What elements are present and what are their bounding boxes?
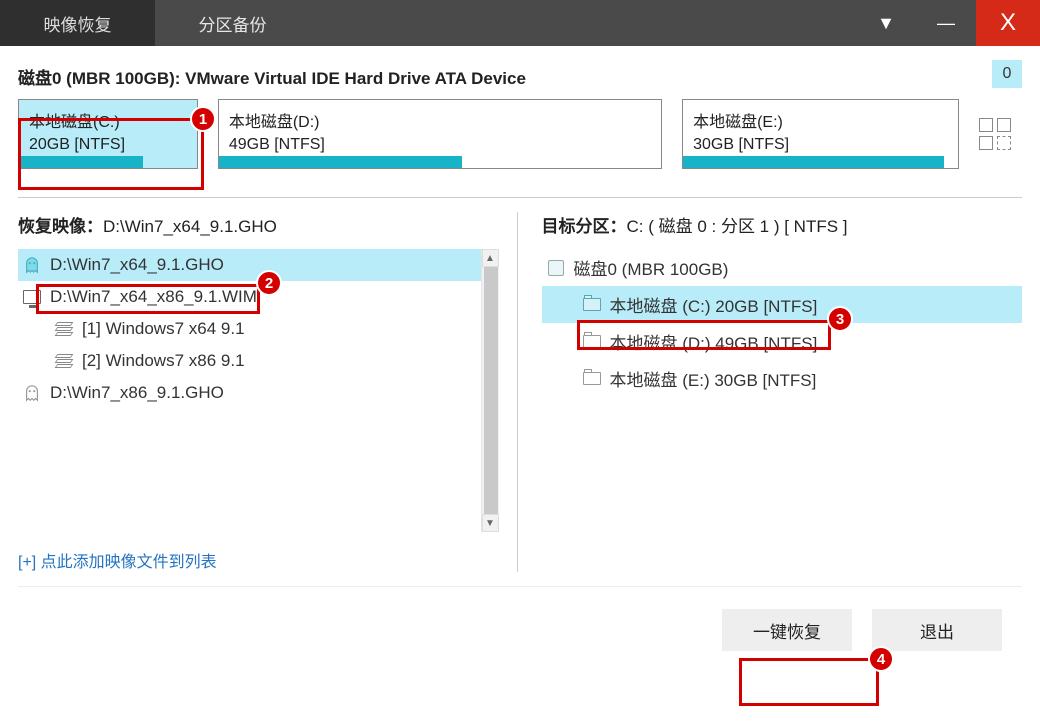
- tab-label: 分区备份: [199, 11, 267, 36]
- partition-name: 本地磁盘(D:): [229, 108, 651, 132]
- chevron-down-icon: ▼: [877, 13, 895, 34]
- restore-button-label: 一键恢复: [753, 618, 821, 643]
- target-title: 目标分区：C: ( 磁盘 0 : 分区 1 ) [ NTFS ]: [542, 212, 1023, 237]
- target-item-label: 本地磁盘 (E:) 30GB [NTFS]: [610, 366, 817, 391]
- target-item-label: 磁盘0 (MBR 100GB): [574, 255, 729, 280]
- tab-label: 映像恢复: [44, 11, 112, 36]
- partition-size: 20GB [NTFS]: [29, 136, 187, 154]
- folder-icon: [582, 295, 602, 315]
- ghost-icon: [22, 255, 42, 275]
- source-title-value: D:\Win7_x64_9.1.GHO: [103, 217, 277, 236]
- source-pane: 恢复映像：D:\Win7_x64_9.1.GHO D:\Win7_x64_9.1…: [18, 212, 517, 572]
- image-item-label: D:\Win7_x64_x86_9.1.WIM: [50, 287, 257, 307]
- titlebar-spacer: [310, 0, 856, 46]
- target-partition-c[interactable]: 本地磁盘 (C:) 20GB [NTFS]: [542, 286, 1023, 323]
- separator: [18, 197, 1022, 198]
- add-image-link[interactable]: [+] 点此添加映像文件到列表: [18, 548, 499, 572]
- annotation-box-4: [739, 658, 879, 706]
- minimize-icon: —: [937, 13, 955, 34]
- minimize-button[interactable]: —: [916, 0, 976, 46]
- disk-header-label: 磁盘0 (MBR 100GB): VMware Virtual IDE Hard…: [18, 64, 1022, 89]
- panes: 恢复映像：D:\Win7_x64_9.1.GHO D:\Win7_x64_9.1…: [18, 212, 1022, 572]
- target-title-value: C: ( 磁盘 0 : 分区 1 ) [ NTFS ]: [627, 217, 848, 236]
- image-item-gho-x64[interactable]: D:\Win7_x64_9.1.GHO: [18, 249, 499, 281]
- target-title-strong: 目标分区：: [542, 217, 627, 236]
- scroll-down-icon[interactable]: ▼: [482, 514, 499, 532]
- partition-size: 30GB [NTFS]: [693, 136, 948, 154]
- exit-button-label: 退出: [920, 618, 954, 643]
- target-partition-e[interactable]: 本地磁盘 (E:) 30GB [NTFS]: [542, 360, 1023, 397]
- content: 磁盘0 (MBR 100GB): VMware Virtual IDE Hard…: [0, 46, 1040, 661]
- tab-image-restore[interactable]: 映像恢复: [0, 0, 155, 46]
- close-button[interactable]: X: [976, 0, 1040, 46]
- image-item-label: D:\Win7_x86_9.1.GHO: [50, 383, 224, 403]
- dropdown-button[interactable]: ▼: [856, 0, 916, 46]
- close-icon: X: [1000, 9, 1016, 37]
- disk-icon: [546, 258, 566, 278]
- scroll-thumb[interactable]: [484, 267, 498, 517]
- image-item-label: D:\Win7_x64_9.1.GHO: [50, 255, 224, 275]
- titlebar: 映像恢复 分区备份 ▼ — X: [0, 0, 1040, 46]
- tab-partition-backup[interactable]: 分区备份: [155, 0, 310, 46]
- partition-e[interactable]: 本地磁盘(E:) 30GB [NTFS]: [682, 99, 959, 169]
- layers-icon: [54, 319, 74, 339]
- layers-icon: [54, 351, 74, 371]
- image-item-wim[interactable]: D:\Win7_x64_x86_9.1.WIM: [18, 281, 499, 313]
- partition-bar: 本地磁盘(C:) 20GB [NTFS] 本地磁盘(D:) 49GB [NTFS…: [18, 99, 1022, 169]
- partition-name: 本地磁盘(C:): [29, 108, 187, 132]
- wim-subimage-2[interactable]: [2] Windows7 x86 9.1: [18, 345, 499, 377]
- exit-button[interactable]: 退出: [872, 609, 1002, 651]
- scroll-up-icon[interactable]: ▲: [482, 249, 499, 267]
- target-item-label: 本地磁盘 (C:) 20GB [NTFS]: [610, 292, 818, 317]
- monitor-icon: [22, 287, 42, 307]
- partition-name: 本地磁盘(E:): [693, 108, 948, 132]
- partition-usage: [19, 156, 143, 168]
- view-grid-icon[interactable]: [979, 99, 1022, 169]
- folder-icon: [582, 332, 602, 352]
- source-title-strong: 恢复映像：: [18, 217, 103, 236]
- target-list: 磁盘0 (MBR 100GB) 本地磁盘 (C:) 20GB [NTFS] 本地…: [542, 249, 1023, 572]
- target-pane: 目标分区：C: ( 磁盘 0 : 分区 1 ) [ NTFS ] 磁盘0 (MB…: [517, 212, 1023, 572]
- image-item-label: [2] Windows7 x86 9.1: [82, 351, 245, 371]
- ghost-icon: [22, 383, 42, 403]
- folder-icon: [582, 369, 602, 389]
- partition-c[interactable]: 本地磁盘(C:) 20GB [NTFS]: [18, 99, 198, 169]
- partition-usage: [219, 156, 462, 168]
- image-item-gho-x86[interactable]: D:\Win7_x86_9.1.GHO: [18, 377, 499, 409]
- partition-d[interactable]: 本地磁盘(D:) 49GB [NTFS]: [218, 99, 662, 169]
- disk-index-badge[interactable]: 0: [992, 60, 1022, 88]
- target-disk-0[interactable]: 磁盘0 (MBR 100GB): [542, 249, 1023, 286]
- image-item-label: [1] Windows7 x64 9.1: [82, 319, 245, 339]
- target-item-label: 本地磁盘 (D:) 49GB [NTFS]: [610, 329, 818, 354]
- partition-size: 49GB [NTFS]: [229, 136, 651, 154]
- restore-button[interactable]: 一键恢复: [722, 609, 852, 651]
- source-title: 恢复映像：D:\Win7_x64_9.1.GHO: [18, 212, 499, 237]
- wim-subimage-1[interactable]: [1] Windows7 x64 9.1: [18, 313, 499, 345]
- footer: 一键恢复 退出: [18, 586, 1022, 651]
- source-list: D:\Win7_x64_9.1.GHO D:\Win7_x64_x86_9.1.…: [18, 249, 499, 532]
- partition-usage: [683, 156, 944, 168]
- scrollbar[interactable]: ▲ ▼: [481, 249, 499, 532]
- target-partition-d[interactable]: 本地磁盘 (D:) 49GB [NTFS]: [542, 323, 1023, 360]
